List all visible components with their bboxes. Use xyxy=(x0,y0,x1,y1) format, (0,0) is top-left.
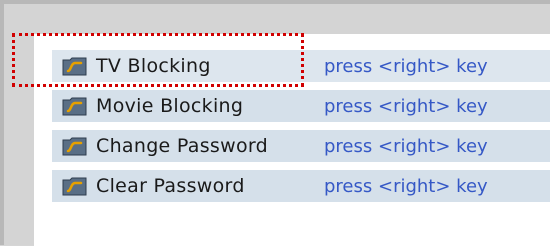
folder-icon xyxy=(62,135,88,157)
screen-frame: TV Blocking press <right> key Movie Bloc… xyxy=(0,0,550,246)
folder-icon xyxy=(62,175,88,197)
menu-item-movie-blocking[interactable]: Movie Blocking press <right> key xyxy=(52,90,550,122)
folder-icon xyxy=(62,95,88,117)
menu-item-hint: press <right> key xyxy=(324,55,488,77)
menu-item-hint: press <right> key xyxy=(324,175,488,197)
menu-item-label: Clear Password xyxy=(96,175,245,197)
menu-item-hint: press <right> key xyxy=(324,135,488,157)
folder-icon xyxy=(62,55,88,77)
menu-item-label: Movie Blocking xyxy=(96,95,244,117)
menu-item-change-password[interactable]: Change Password press <right> key xyxy=(52,130,550,162)
menu-item-hint: press <right> key xyxy=(324,95,488,117)
parental-lock-panel: TV Blocking press <right> key Movie Bloc… xyxy=(34,34,550,246)
parental-lock-menu: TV Blocking press <right> key Movie Bloc… xyxy=(52,50,550,210)
menu-item-clear-password[interactable]: Clear Password press <right> key xyxy=(52,170,550,202)
menu-item-tv-blocking[interactable]: TV Blocking press <right> key xyxy=(52,50,550,82)
menu-item-label: Change Password xyxy=(96,135,269,157)
menu-item-label: TV Blocking xyxy=(96,55,211,77)
